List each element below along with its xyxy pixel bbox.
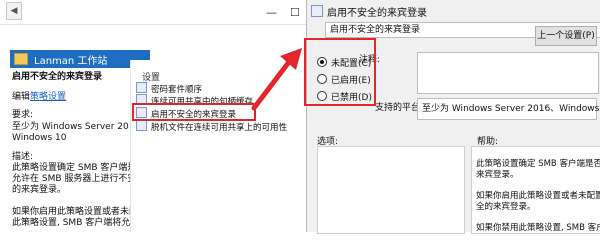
help-line: 全的来宾登录。 (476, 202, 536, 212)
edit-policy-line: 编辑策略设置 (12, 92, 66, 103)
settings-item[interactable]: 密码套件顺序 (136, 82, 202, 95)
help-line: 如果你启用此策略设置或者未配置此策略 (476, 191, 600, 201)
folder-icon (14, 53, 28, 65)
help-line: 此策略设置确定 SMB 客户端是否允许 (476, 159, 600, 169)
highlight-box-setting (132, 103, 256, 121)
description-line: 此策略设置确定 SMB 客户端是否 (12, 163, 146, 173)
highlight-box-radios (304, 38, 376, 106)
folder-title: Lanman 工作站 (34, 56, 108, 67)
requirements-line: Windows 10 (12, 133, 67, 143)
edit-prefix: 编辑 (12, 92, 31, 102)
platform-field: 至少为 Windows Server 2016、Windows 10 (417, 98, 600, 120)
previous-setting-button[interactable]: 上一个设置(P) (535, 26, 597, 46)
platform-label: 支持的平台: (375, 103, 424, 113)
policy-dialog: 启用不安全的来宾登录 启用不安全的来宾登录 上一个设置(P) 未配置(C) 已启… (306, 0, 600, 234)
description-line: 允许在 SMB 服务器上进行不安全 (12, 174, 146, 184)
description-line: 的来宾登录。 (12, 185, 67, 195)
description-line: 如果你启用此策略设置或者未配置 (12, 207, 148, 217)
group-policy-window: ◀ — ☐ Lanman 工作站 启用不安全的来宾登录 编辑策略设置 要求: 至… (0, 0, 321, 232)
policy-icon (136, 82, 147, 93)
red-arrow-icon (251, 48, 302, 111)
help-line: 如果你禁用此策略设置, SMB 客户端 (476, 223, 600, 233)
requirements-label: 要求: (12, 110, 34, 120)
requirements-line: 至少为 Windows Server 2016, (12, 122, 144, 132)
back-icon[interactable]: ◀ (6, 2, 22, 20)
policy-title: 启用不安全的来宾登录 (12, 72, 103, 82)
minimize-button[interactable]: — (266, 6, 277, 19)
policy-settings-link[interactable]: 策略设置 (30, 92, 66, 102)
policy-icon (311, 5, 323, 17)
help-pane: 此策略设置确定 SMB 客户端是否允许 来宾登录。 如果你启用此策略设置或者未配… (471, 146, 600, 234)
settings-item[interactable]: 脱机文件在连续可用共享上的可用性 (136, 120, 287, 133)
options-pane (317, 146, 465, 234)
dialog-title: 启用不安全的来宾登录 (311, 4, 427, 19)
policy-icon (136, 120, 147, 131)
restore-button[interactable]: ☐ (290, 6, 300, 19)
description-label: 描述: (12, 152, 34, 162)
toolbar-divider (0, 24, 320, 25)
description-line: 此策略设置, SMB 客户端将允许 (12, 218, 140, 228)
folder-header: Lanman 工作站 (10, 50, 150, 68)
comment-textarea[interactable] (417, 52, 599, 94)
help-line: 来宾登录。 (476, 170, 519, 180)
